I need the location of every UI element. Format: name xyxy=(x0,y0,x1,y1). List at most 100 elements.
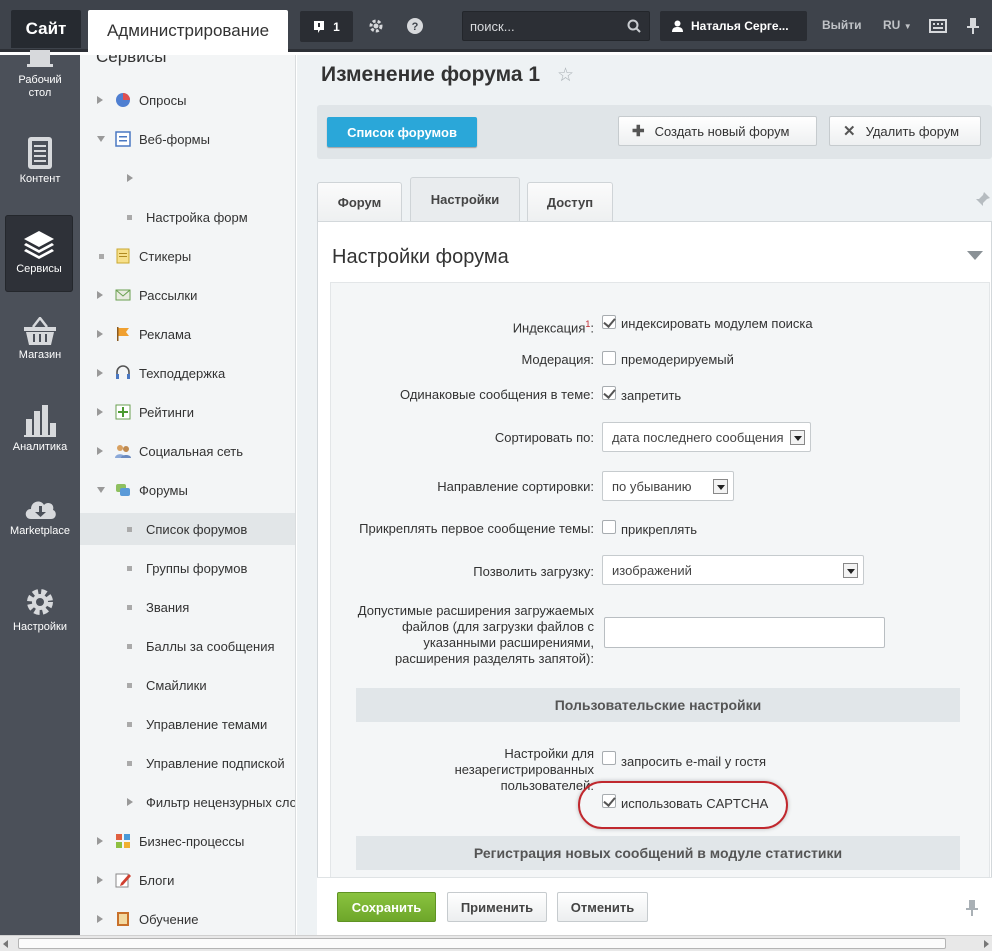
scroll-left-icon[interactable] xyxy=(3,940,8,948)
forum-list-button[interactable]: Список форумов xyxy=(327,117,477,147)
menu-item-forum-list[interactable]: Список форумов xyxy=(80,513,295,545)
basket-icon xyxy=(24,317,56,345)
icon-sidebar: Рабочий стол Контент Сервисы Магазин Ана… xyxy=(0,50,80,935)
expand-arrow-icon[interactable] xyxy=(97,291,103,299)
delete-forum-button[interactable]: ✕ Удалить форум xyxy=(829,116,981,146)
tab-access[interactable]: Доступ xyxy=(527,182,613,221)
expand-arrow-icon[interactable] xyxy=(97,837,103,845)
menu-item-themes[interactable]: Управление темами xyxy=(80,708,295,740)
user-menu[interactable]: Наталья Серге... xyxy=(660,11,807,41)
collapse-triangle-icon[interactable] xyxy=(967,251,983,260)
menu-item-ads[interactable]: Реклама xyxy=(80,318,295,350)
sort-direction-select[interactable]: по убыванию xyxy=(602,471,734,501)
menu-item-blogs[interactable]: Блоги xyxy=(80,864,295,896)
upload-select[interactable]: изображений xyxy=(602,555,864,585)
search-box xyxy=(462,11,650,41)
pin-first-checkbox[interactable] xyxy=(602,520,616,534)
menu-item-social[interactable]: Социальная сеть xyxy=(80,435,295,467)
horizontal-scrollbar[interactable] xyxy=(0,935,992,951)
menu-item-profanity-filter[interactable]: Фильтр нецензурных слов xyxy=(80,786,295,818)
form-icon xyxy=(115,131,131,147)
expand-arrow-icon[interactable] xyxy=(97,876,103,884)
plus-icon: ✚ xyxy=(632,123,645,140)
menu-item-form-settings[interactable]: Настройка форм xyxy=(80,201,295,233)
scroll-right-icon[interactable] xyxy=(984,940,989,948)
keyboard-icon[interactable] xyxy=(926,14,950,38)
pin-icon[interactable] xyxy=(966,900,978,916)
main-content: Изменение форума 1 ☆ Список форумов ✚ Соз… xyxy=(297,55,992,942)
menu-item-subscriptions[interactable]: Управление подпиской xyxy=(80,747,295,779)
menu-item-label: Техподдержка xyxy=(139,365,226,381)
sidebar-item-label: Сервисы xyxy=(16,263,62,275)
tab-settings[interactable]: Настройки xyxy=(410,177,520,221)
headset-icon xyxy=(116,365,130,379)
menu-item-smileys[interactable]: Смайлики xyxy=(80,669,295,701)
indexing-checkbox[interactable] xyxy=(602,315,616,329)
expand-arrow-icon[interactable] xyxy=(127,174,133,182)
search-input[interactable] xyxy=(463,12,623,40)
admin-tab[interactable]: Администрирование xyxy=(88,10,288,52)
menu-item-polls[interactable]: Опросы xyxy=(80,84,295,116)
moderation-checkbox[interactable] xyxy=(602,351,616,365)
menu-item-forums[interactable]: Форумы xyxy=(80,474,295,506)
expand-arrow-icon[interactable] xyxy=(127,798,133,806)
menu-item-mailings[interactable]: Рассылки xyxy=(80,279,295,311)
sidebar-item-marketplace[interactable]: Marketplace xyxy=(0,495,80,555)
menu-item-webforms[interactable]: Веб-формы xyxy=(80,123,295,155)
collapse-arrow-icon[interactable] xyxy=(97,487,105,493)
language-label: RU xyxy=(883,18,901,32)
expand-arrow-icon[interactable] xyxy=(97,408,103,416)
sidebar-item-label: Аналитика xyxy=(12,441,68,453)
sidebar-item-shop[interactable]: Магазин xyxy=(0,317,80,377)
menu-item-ranks[interactable]: Звания xyxy=(80,591,295,623)
expand-arrow-icon[interactable] xyxy=(97,96,103,104)
sidebar-item-desktop[interactable]: Рабочий стол xyxy=(0,50,80,110)
menu-item-label: Обучение xyxy=(139,911,199,927)
sidebar-item-services[interactable]: Сервисы xyxy=(5,215,73,292)
guest-email-checkbox[interactable] xyxy=(602,751,616,765)
language-selector[interactable]: RU ▼ xyxy=(883,18,912,32)
settings-form: Индексация1: индексировать модулем поиск… xyxy=(330,282,990,942)
expand-arrow-icon[interactable] xyxy=(97,447,103,455)
scrollbar-thumb[interactable] xyxy=(18,938,946,949)
menu-item-ratings[interactable]: Рейтинги xyxy=(80,396,295,428)
apply-button[interactable]: Применить xyxy=(447,892,547,922)
menu-item-webforms-sub[interactable] xyxy=(80,162,295,194)
expand-arrow-icon[interactable] xyxy=(97,369,103,377)
site-tab[interactable]: Сайт xyxy=(11,10,81,48)
save-button[interactable]: Сохранить xyxy=(337,892,436,922)
sort-direction-value: по убыванию xyxy=(612,478,692,494)
help-icon[interactable]: ? xyxy=(403,14,427,38)
menu-item-bizproc[interactable]: Бизнес-процессы xyxy=(80,825,295,857)
create-forum-button[interactable]: ✚ Создать новый форум xyxy=(618,116,817,146)
menu-item-learning[interactable]: Обучение xyxy=(80,903,295,935)
menu-item-stickers[interactable]: Стикеры xyxy=(80,240,295,272)
menu-item-points[interactable]: Баллы за сообщения xyxy=(80,630,295,662)
menu-item-label: Блоги xyxy=(139,872,175,888)
cancel-button[interactable]: Отменить xyxy=(557,892,648,922)
extensions-input[interactable] xyxy=(604,617,885,648)
star-icon[interactable]: ☆ xyxy=(557,64,574,87)
gear-icon[interactable] xyxy=(364,14,388,38)
menu-item-label: Опросы xyxy=(139,92,187,108)
sidebar-item-content[interactable]: Контент xyxy=(0,137,80,197)
process-icon xyxy=(116,834,130,848)
moderation-checkbox-label: премодерируемый xyxy=(621,352,734,367)
sticker-icon xyxy=(116,248,130,264)
expand-arrow-icon[interactable] xyxy=(97,915,103,923)
collapse-arrow-icon[interactable] xyxy=(97,136,105,142)
pin-icon[interactable] xyxy=(976,192,990,206)
duplicates-checkbox[interactable] xyxy=(602,386,616,400)
sidebar-item-settings[interactable]: Настройки xyxy=(0,587,80,647)
expand-arrow-icon[interactable] xyxy=(97,330,103,338)
menu-item-support[interactable]: Техподдержка xyxy=(80,357,295,389)
tab-forum[interactable]: Форум xyxy=(317,182,402,221)
notifications-button[interactable]: 1 xyxy=(300,11,353,42)
duplicates-label: Одинаковые сообщения в теме: xyxy=(400,387,594,402)
logout-link[interactable]: Выйти xyxy=(822,18,862,32)
sidebar-item-analytics[interactable]: Аналитика xyxy=(0,405,80,465)
search-icon[interactable] xyxy=(627,19,641,33)
menu-item-forum-groups[interactable]: Группы форумов xyxy=(80,552,295,584)
pin-icon[interactable] xyxy=(961,14,985,38)
sort-select[interactable]: дата последнего сообщения xyxy=(602,422,811,452)
